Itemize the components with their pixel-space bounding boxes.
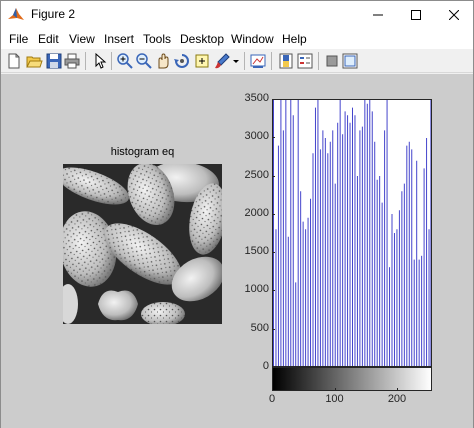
link-plot-icon[interactable] xyxy=(249,52,267,70)
x-tick-mark xyxy=(397,388,398,391)
brush-icon[interactable] xyxy=(213,52,231,70)
close-button[interactable] xyxy=(435,1,473,29)
y-tick-label: 0 xyxy=(262,360,269,372)
y-tick-label: 1000 xyxy=(244,283,269,296)
toolbar-separator xyxy=(271,52,272,70)
toolbar-separator xyxy=(111,52,112,70)
y-tick-mark xyxy=(272,367,275,368)
figure-window: Figure 2 File Edit View Insert Tools Des… xyxy=(0,0,474,428)
toolbar-separator xyxy=(85,52,86,70)
minimize-icon xyxy=(373,14,383,16)
x-tick-mark xyxy=(334,388,336,391)
y-tick-label: 3500 xyxy=(244,92,269,104)
maximize-icon xyxy=(411,10,421,20)
toolbar-separator xyxy=(244,52,245,70)
open-file-icon[interactable] xyxy=(25,52,43,70)
new-figure-icon[interactable] xyxy=(5,52,23,70)
x-tick-label: 200 xyxy=(387,393,407,405)
pointer-icon[interactable] xyxy=(91,52,109,70)
maximize-button[interactable] xyxy=(397,1,435,29)
gray-colorbar xyxy=(272,367,432,391)
show-plot-tools-icon[interactable] xyxy=(341,52,359,70)
y-tick-mark xyxy=(272,99,275,100)
x-tick-mark xyxy=(272,388,273,391)
legend-icon[interactable] xyxy=(296,52,314,70)
histogram-axes xyxy=(272,99,432,367)
y-tick-mark xyxy=(272,213,275,215)
histogram-plot xyxy=(273,100,431,366)
zoom-out-icon[interactable] xyxy=(135,52,153,70)
menu-view[interactable]: View xyxy=(69,32,95,46)
figure-toolbar xyxy=(1,49,473,73)
hide-plot-tools-icon[interactable] xyxy=(323,52,341,70)
minimize-button[interactable] xyxy=(359,1,397,29)
pan-icon[interactable] xyxy=(154,52,172,70)
menu-help[interactable]: Help xyxy=(282,32,307,46)
y-tick-label: 2500 xyxy=(244,168,269,181)
x-tick-label: 100 xyxy=(325,393,344,405)
menu-bar: File Edit View Insert Tools Desktop Wind… xyxy=(1,29,473,49)
x-tick-label: 0 xyxy=(268,393,276,405)
save-icon[interactable] xyxy=(45,52,63,70)
y-tick-label: 500 xyxy=(250,321,269,334)
rotate-3d-icon[interactable] xyxy=(173,52,191,70)
image-title: histogram eq xyxy=(110,146,175,158)
menu-insert[interactable]: Insert xyxy=(104,32,134,46)
menu-edit[interactable]: Edit xyxy=(38,32,59,46)
toolbar-separator xyxy=(318,52,319,70)
menu-tools[interactable]: Tools xyxy=(143,32,171,46)
menu-window[interactable]: Window xyxy=(231,32,274,46)
y-tick-mark xyxy=(272,328,275,330)
y-tick-label: 1500 xyxy=(244,245,269,258)
print-icon[interactable] xyxy=(63,52,81,70)
zoom-in-icon[interactable] xyxy=(116,52,134,70)
y-tick-label: 3000 xyxy=(244,130,269,143)
colorbar-icon[interactable] xyxy=(277,52,295,70)
window-title: Figure 2 xyxy=(31,7,76,21)
menu-desktop[interactable]: Desktop xyxy=(180,32,224,46)
equalized-image xyxy=(63,164,222,324)
y-tick-mark xyxy=(272,175,275,177)
close-icon xyxy=(449,10,459,20)
y-tick-mark xyxy=(272,252,275,254)
matlab-icon xyxy=(8,8,24,20)
title-bar: Figure 2 xyxy=(1,1,473,29)
y-tick-label: 2000 xyxy=(244,206,269,219)
y-tick-mark xyxy=(272,290,275,292)
y-tick-mark xyxy=(272,137,275,139)
data-cursor-icon[interactable] xyxy=(193,52,211,70)
dropdown-arrow-icon[interactable] xyxy=(231,52,241,70)
menu-file[interactable]: File xyxy=(9,32,28,46)
